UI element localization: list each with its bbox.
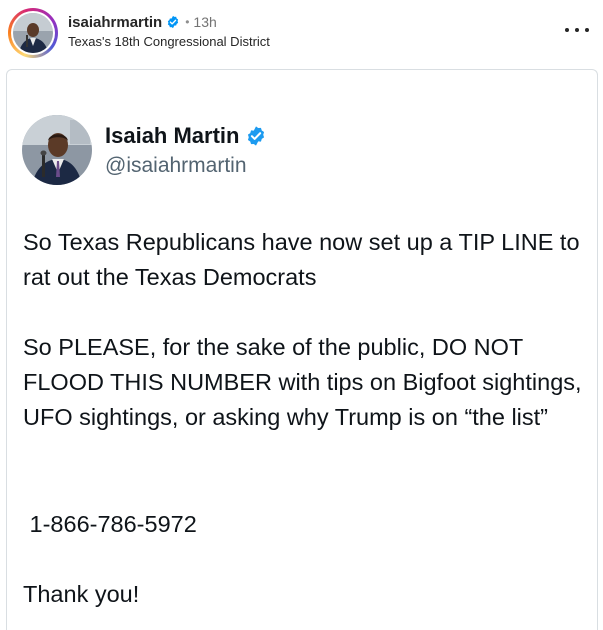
- tweet-phone-number: 1-866-786-5972: [23, 511, 197, 537]
- username-link[interactable]: isaiahrmartin: [68, 14, 162, 31]
- more-horizontal-icon-dot: [575, 28, 579, 32]
- post-header: isaiahrmartin • 13h Texas's 18th Congres…: [0, 0, 603, 62]
- tweet-card: Isaiah Martin @isaiahrmartin So Texas Re…: [6, 69, 598, 630]
- tweet-paragraph: Thank you!: [23, 581, 140, 607]
- tweet-author-handle: @isaiahrmartin: [105, 154, 247, 177]
- username-row: isaiahrmartin • 13h: [68, 12, 217, 32]
- verified-badge-icon: [248, 126, 265, 146]
- story-ring-gap: [11, 11, 55, 55]
- tweet-paragraph: So PLEASE, for the sake of the public, D…: [23, 334, 582, 430]
- tweet-paragraph: So Texas Republicans have now set up a T…: [23, 229, 580, 290]
- more-horizontal-icon-dot: [585, 28, 589, 32]
- post-timestamp[interactable]: 13h: [193, 14, 216, 30]
- separator-dot: •: [185, 15, 190, 29]
- tweet-author-name: Isaiah Martin: [105, 123, 240, 148]
- story-ring[interactable]: [8, 8, 58, 58]
- avatar[interactable]: [13, 13, 53, 53]
- avatar-photo: [13, 13, 53, 53]
- verified-badge-icon: [168, 15, 179, 29]
- more-horizontal-icon-dot: [565, 28, 569, 32]
- tweet-avatar-photo: [22, 115, 92, 185]
- tweet-author-name-row: Isaiah Martin: [105, 122, 267, 150]
- tweet-author-avatar: [22, 115, 92, 185]
- more-options-button[interactable]: [565, 22, 589, 38]
- post-location[interactable]: Texas's 18th Congressional District: [68, 34, 270, 49]
